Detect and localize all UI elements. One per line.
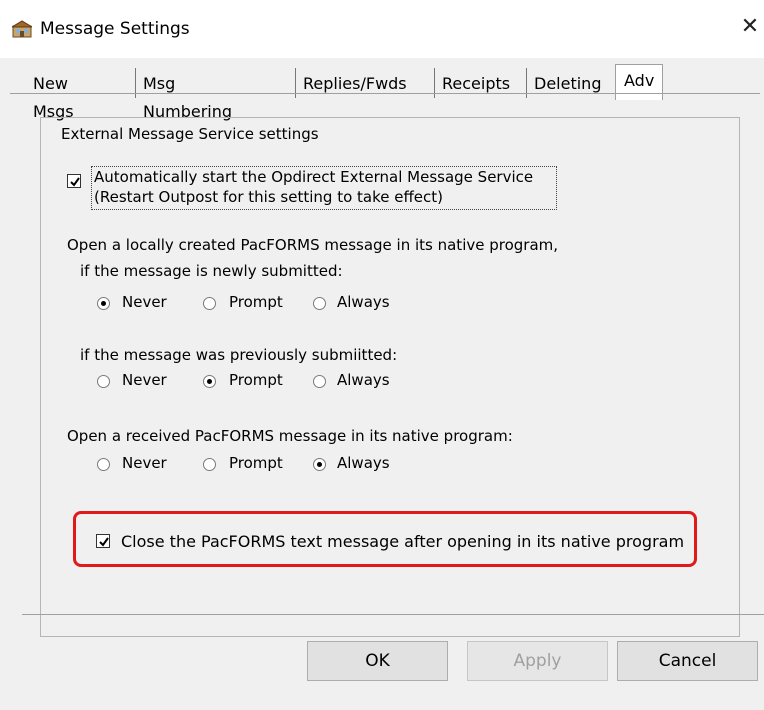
prev-prompt-radio[interactable] [203,375,216,388]
received-never-label: Never [122,454,167,472]
apply-button[interactable]: Apply [467,641,608,681]
newly-always-radio[interactable] [313,297,326,310]
highlight-annotation [73,511,697,567]
auto-start-note: (Restart Outpost for this setting to tak… [94,188,444,206]
newly-prompt-label: Prompt [229,293,283,311]
newly-heading: if the message is newly submitted: [80,262,343,280]
prev-never-label: Never [122,371,167,389]
prev-always-radio[interactable] [313,375,326,388]
newly-never-label: Never [122,293,167,311]
group-title: External Message Service settings [57,125,323,143]
newly-always-label: Always [337,293,390,311]
prev-prompt-label: Prompt [229,371,283,389]
window-title: Message Settings [40,19,190,39]
cancel-button[interactable]: Cancel [617,641,758,681]
received-always-radio[interactable] [313,458,326,471]
received-heading: Open a received PacFORMS message in its … [67,427,513,445]
dialog-client-area: New Msgs Msg Numbering Replies/Fwds Rece… [0,58,764,710]
app-icon [10,20,34,38]
auto-start-label: Automatically start the Opdirect Externa… [94,168,534,186]
newly-prompt-radio[interactable] [203,297,216,310]
received-prompt-radio[interactable] [203,458,216,471]
auto-start-checkbox[interactable] [67,174,81,188]
prev-always-label: Always [337,371,390,389]
close-icon[interactable]: ✕ [738,14,762,40]
newly-never-radio[interactable] [97,297,110,310]
prev-heading: if the message was previously submiitted… [80,346,398,364]
received-always-label: Always [337,454,390,472]
title-bar: Message Settings ✕ [0,0,764,58]
received-prompt-label: Prompt [229,454,283,472]
received-never-radio[interactable] [97,458,110,471]
checkmark-icon [70,177,80,187]
prev-never-radio[interactable] [97,375,110,388]
local-heading: Open a locally created PacFORMS message … [67,236,559,254]
button-bar-divider [22,614,764,615]
ok-button[interactable]: OK [307,641,448,681]
